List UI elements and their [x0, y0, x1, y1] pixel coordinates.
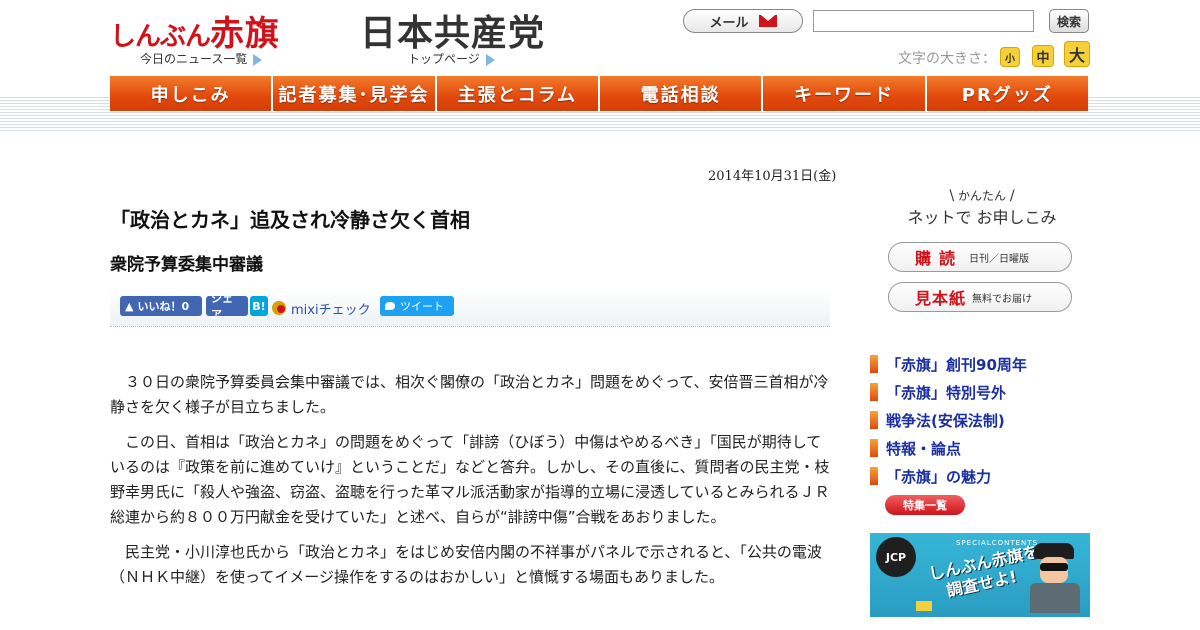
bar-marker-icon [870, 411, 878, 429]
sample-paper-button[interactable]: 見本紙 無料でお届け [888, 282, 1072, 312]
article-subhead: 衆院予算委集中審議 [110, 255, 263, 275]
facebook-share-button[interactable]: シェア [206, 292, 248, 321]
feature-item[interactable]: 戦争法(安保法制) [870, 406, 1090, 434]
net-apply-label: ネットで お申しこみ [907, 208, 1057, 227]
nav-item-phone-consult[interactable]: 電話相談 [599, 76, 764, 111]
feature-item[interactable]: 「赤旗」創刊90周年 [870, 350, 1090, 378]
like-label: いいね！0 [137, 300, 190, 313]
slash-decoration: / [1009, 188, 1015, 204]
site-header: しんぶん赤旗 今日のニュース一覧 日本共産党 トップページ メール 検索 文字の… [0, 0, 1200, 75]
feature-label: 「赤旗」創刊90周年 [886, 355, 1027, 374]
logo-kanji: 赤旗 [210, 14, 281, 54]
nav-item-pr-goods[interactable]: PRグッズ [926, 76, 1088, 111]
hatena-bookmark-button[interactable]: B! [250, 296, 268, 316]
mixi-icon [272, 301, 286, 315]
special-content-banner[interactable]: JCP SPECIALCONTENTS しんぶん赤旗を 調査せよ! [870, 533, 1090, 617]
subscribe-button[interactable]: 購読 日刊／日曜版 [888, 242, 1072, 272]
detective-illustration [1030, 543, 1080, 613]
bar-marker-icon [870, 467, 878, 485]
top-page-label: トップページ [408, 52, 480, 66]
mail-button[interactable]: メール [683, 9, 803, 33]
sample-label: 見本紙 [915, 289, 967, 308]
thumbs-up-icon: ▲ [125, 299, 134, 313]
search-input[interactable] [813, 10, 1034, 32]
bar-marker-icon [870, 355, 878, 373]
arrow-right-icon [253, 53, 263, 66]
facebook-like-button[interactable]: ▲ いいね！0 [120, 296, 202, 316]
logo-hiragana: しんぶん [110, 22, 211, 52]
article-paragraph: この日、首相は「政治とカネ」の問題をめぐって「誹謗（ひぼう）中傷はやめるべき」「… [110, 433, 830, 526]
akahata-logo[interactable]: しんぶん赤旗 [110, 6, 280, 55]
article-paragraph: 民主党・小川淳也氏から「政治とカネ」をはじめ安倍内閣の不祥事がパネルで示されると… [110, 543, 822, 586]
top-page-link[interactable]: トップページ [408, 50, 495, 67]
envelope-icon [758, 15, 777, 27]
easy-apply-heading: \ かんたん / ネットで お申しこみ [902, 187, 1062, 228]
news-list-label: 今日のニュース一覧 [140, 52, 248, 66]
sample-sublabel: 無料でお届け [972, 293, 1033, 305]
font-size-small-button[interactable]: 小 [1000, 47, 1020, 67]
feature-label: 特報・論点 [886, 439, 962, 458]
share-bar: ▲ いいね！0 シェア B! mixiチェック ツイート [110, 289, 830, 327]
slash-decoration: \ [949, 188, 955, 204]
feature-item[interactable]: 「赤旗」の魅力 [870, 462, 1090, 490]
mixi-check-button[interactable]: mixiチェック [272, 298, 371, 318]
feature-label: 戦争法(安保法制) [886, 411, 1005, 430]
subscribe-label: 購読 [915, 249, 964, 268]
feature-label: 「赤旗」の魅力 [886, 467, 992, 486]
feature-label: 「赤旗」特別号外 [886, 383, 1007, 402]
nav-item-editorials[interactable]: 主張とコラム [436, 76, 600, 111]
feature-list: 「赤旗」創刊90周年 「赤旗」特別号外 戦争法(安保法制) 特報・論点 「赤旗」… [870, 350, 1090, 490]
tweet-label: ツイート [400, 300, 444, 313]
twitter-bird-icon [385, 302, 395, 310]
article-paragraph: ３０日の衆院予算委員会集中審議では、相次ぐ閣僚の「政治とカネ」問題をめぐって、安… [110, 373, 829, 416]
article-body: ３０日の衆院予算委員会集中審議では、相次ぐ閣僚の「政治とカネ」問題をめぐって、安… [110, 370, 830, 600]
article-date: 2014年10月31日(金) [708, 169, 837, 184]
mixi-label: mixiチェック [291, 302, 371, 318]
nav-item-recruit[interactable]: 記者募集･見学会 [273, 76, 437, 111]
article-headline: 「政治とカネ」追及され冷静さ欠く首相 [110, 208, 470, 232]
nav-item-keywords[interactable]: キーワード [763, 76, 927, 111]
jcp-logo[interactable]: 日本共産党 [360, 4, 545, 56]
search-button[interactable]: 検索 [1049, 9, 1089, 33]
easy-label: かんたん [957, 189, 1006, 203]
banner-tag-icon [916, 601, 932, 611]
jcp-badge: JCP [876, 537, 916, 577]
feature-item[interactable]: 「赤旗」特別号外 [870, 378, 1090, 406]
mail-label: メール [709, 15, 749, 31]
font-size-medium-button[interactable]: 中 [1032, 45, 1054, 67]
feature-list-button[interactable]: 特集一覧 [885, 495, 965, 515]
news-list-link[interactable]: 今日のニュース一覧 [140, 50, 263, 67]
arrow-right-icon [485, 53, 495, 66]
banner-text: しんぶん赤旗を 調査せよ! [927, 542, 1045, 604]
font-size-large-button[interactable]: 大 [1064, 41, 1090, 67]
subscribe-sublabel: 日刊／日曜版 [969, 253, 1030, 265]
nav-item-apply[interactable]: 申しこみ [110, 76, 274, 111]
bar-marker-icon [870, 383, 878, 401]
bar-marker-icon [870, 439, 878, 457]
font-size-label: 文字の大きさ： [898, 51, 996, 67]
feature-item[interactable]: 特報・論点 [870, 434, 1090, 462]
main-nav: 申しこみ 記者募集･見学会 主張とコラム 電話相談 キーワード PRグッズ [110, 76, 1088, 111]
tweet-button[interactable]: ツイート [380, 296, 454, 316]
